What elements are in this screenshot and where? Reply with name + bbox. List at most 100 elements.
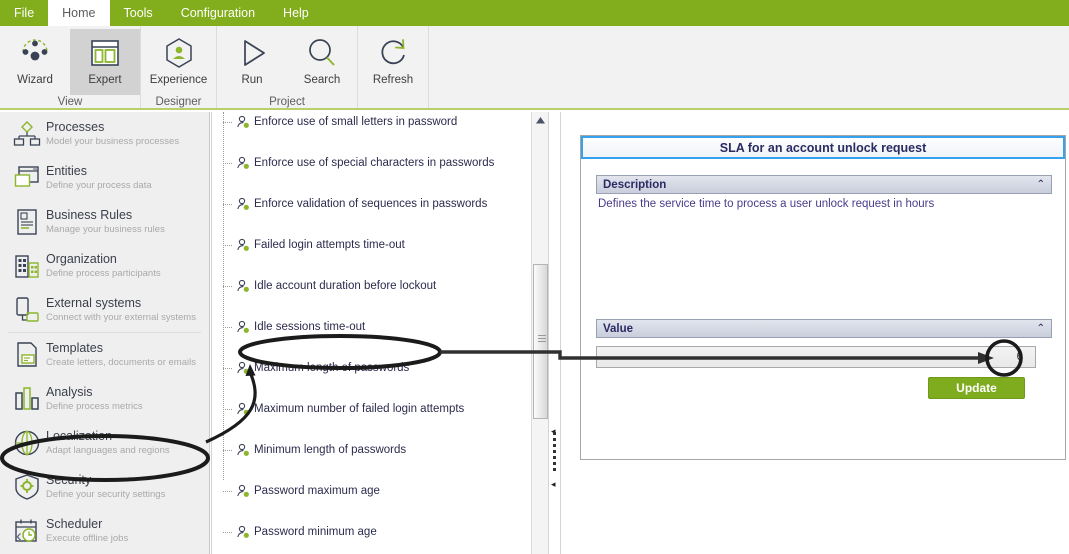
tree-row[interactable]: Enforce use of small letters in password — [212, 112, 531, 133]
search-button-label: Search — [303, 74, 341, 86]
update-button[interactable]: Update — [928, 377, 1025, 399]
tree-row-label: Maximum number of failed login attempts — [254, 403, 465, 416]
localization-icon — [10, 429, 44, 457]
tree-row[interactable]: Password maximum age — [212, 481, 531, 502]
sidebar-item-templates[interactable]: Templates Create letters, documents or e… — [0, 333, 209, 377]
tree-vertical-scrollbar[interactable] — [531, 112, 548, 554]
splitter-collapse-bottom-icon[interactable]: ◂ — [551, 480, 559, 490]
sidebar-item-localization[interactable]: Localization Adapt languages and regions — [0, 421, 209, 465]
sidebar-item-business-rules-title: Business Rules — [46, 208, 133, 223]
tree-row-label: Password minimum age — [254, 526, 377, 539]
tree-row-label: Maximum length of passwords — [254, 362, 410, 375]
tree-row[interactable]: Enforce use of special characters in pas… — [212, 153, 531, 174]
security-param-icon — [234, 115, 252, 129]
run-button[interactable]: Run — [217, 29, 287, 95]
bottom-partial-strip — [211, 548, 549, 554]
ribbon-group-project-label: Project — [269, 96, 305, 108]
scrollbar-grip-icon — [538, 335, 546, 342]
search-icon — [305, 33, 339, 73]
menu-item-configuration[interactable]: Configuration — [167, 0, 269, 26]
ribbon-group-refresh-label — [358, 95, 428, 108]
run-icon — [235, 33, 269, 73]
tree-scroll-area: Enforce use of small letters in password… — [212, 112, 531, 554]
sidebar-item-processes[interactable]: Processes Model your business processes — [0, 112, 209, 156]
scroll-up-arrow-icon[interactable] — [532, 112, 548, 128]
tree-row[interactable]: Password minimum age — [212, 522, 531, 543]
splitter-grip-icon — [553, 432, 557, 478]
sidebar-item-analysis-title: Analysis — [46, 385, 93, 400]
sidebar-item-business-rules[interactable]: Business Rules Manage your business rule… — [0, 200, 209, 244]
value-input[interactable]: 6 — [596, 346, 1036, 368]
sidebar-item-scheduler-subtitle: Execute offline jobs — [46, 532, 129, 544]
menu-item-home[interactable]: Home — [48, 0, 110, 26]
description-section-header[interactable]: Description ⌃ — [596, 175, 1052, 194]
security-param-icon — [234, 402, 252, 416]
sidebar-item-external-systems[interactable]: External systems Connect with your exter… — [0, 288, 209, 332]
experience-button-label: Experience — [149, 74, 208, 86]
ribbon-group-designer: Experience Designer — [141, 26, 217, 108]
panel-splitter[interactable]: ◂ ◂ — [549, 112, 561, 554]
security-param-icon — [234, 443, 252, 457]
refresh-button[interactable]: Refresh — [358, 29, 428, 95]
expert-button[interactable]: Expert — [70, 29, 140, 95]
wizard-button[interactable]: Wizard — [0, 29, 70, 95]
sidebar-item-analysis[interactable]: Analysis Define process metrics — [0, 377, 209, 421]
ribbon-group-view-label: View — [57, 96, 83, 108]
tree-row[interactable]: Failed login attempts time-out — [212, 235, 531, 256]
sidebar-item-templates-subtitle: Create letters, documents or emails — [46, 356, 196, 368]
sidebar-item-entities[interactable]: Entities Define your process data — [0, 156, 209, 200]
sidebar-item-scheduler-title: Scheduler — [46, 517, 103, 532]
sidebar-item-organization[interactable]: Organization Define process participants — [0, 244, 209, 288]
tree-row-label: Idle account duration before lockout — [254, 280, 437, 293]
sidebar-item-external-systems-subtitle: Connect with your external systems — [46, 311, 196, 323]
value-section-header[interactable]: Value ⌃ — [596, 319, 1052, 338]
sidebar-item-analysis-subtitle: Define process metrics — [46, 400, 143, 412]
sidebar-item-localization-subtitle: Adapt languages and regions — [46, 444, 170, 456]
tree-row-label: Minimum length of passwords — [254, 444, 407, 457]
expert-icon — [88, 33, 122, 73]
refresh-button-label: Refresh — [372, 74, 414, 86]
security-param-icon — [234, 238, 252, 252]
refresh-icon — [376, 33, 410, 73]
tree-row[interactable]: Maximum number of failed login attempts — [212, 399, 531, 420]
wizard-button-label: Wizard — [17, 74, 53, 86]
ribbon-group-view: Wizard Expert View — [0, 26, 141, 108]
processes-icon — [10, 120, 44, 148]
ribbon-group-refresh: Refresh — [358, 26, 429, 108]
tree-row[interactable]: Maximum length of passwords — [212, 358, 531, 379]
tree-row[interactable]: Minimum length of passwords — [212, 440, 531, 461]
menu-item-file[interactable]: File — [0, 0, 48, 26]
external-systems-icon — [10, 296, 44, 324]
security-param-icon — [234, 156, 252, 170]
application-window: File Home Tools Configuration Help Wizar… — [0, 0, 1069, 554]
templates-icon — [10, 341, 44, 369]
sidebar-item-templates-title: Templates — [46, 341, 103, 356]
tree-row[interactable]: Idle sessions time-out — [212, 317, 531, 338]
security-param-icon — [234, 197, 252, 211]
search-button[interactable]: Search — [287, 29, 357, 95]
left-navigation-sidebar: Processes Model your business processes … — [0, 112, 210, 554]
sidebar-item-security[interactable]: Security Define your security settings — [0, 465, 209, 509]
entities-icon — [10, 164, 44, 192]
tree-row[interactable]: Enforce validation of sequences in passw… — [212, 194, 531, 215]
run-button-label: Run — [241, 74, 263, 86]
security-param-icon — [234, 320, 252, 334]
business-rules-icon — [10, 208, 44, 236]
sidebar-item-processes-subtitle: Model your business processes — [46, 135, 180, 147]
tree-row[interactable]: Idle account duration before lockout — [212, 276, 531, 297]
chevron-up-icon[interactable]: ⌃ — [1037, 323, 1045, 334]
sidebar-item-scheduler[interactable]: Scheduler Execute offline jobs — [0, 509, 209, 553]
organization-icon — [10, 252, 44, 280]
description-text: Defines the service time to process a us… — [598, 198, 935, 210]
sidebar-item-business-rules-subtitle: Manage your business rules — [46, 223, 165, 235]
chevron-up-icon[interactable]: ⌃ — [1037, 179, 1045, 190]
sidebar-item-processes-title: Processes — [46, 120, 105, 135]
menu-item-help[interactable]: Help — [269, 0, 323, 26]
menu-item-tools[interactable]: Tools — [110, 0, 167, 26]
ribbon-group-designer-label: Designer — [155, 96, 202, 108]
experience-button[interactable]: Experience — [141, 29, 216, 95]
sidebar-collapse-button[interactable]: ‹ — [16, 526, 22, 546]
scrollbar-thumb[interactable] — [533, 264, 548, 419]
sidebar-item-security-title: Security — [46, 473, 92, 488]
tree-row-label: Password maximum age — [254, 485, 380, 498]
